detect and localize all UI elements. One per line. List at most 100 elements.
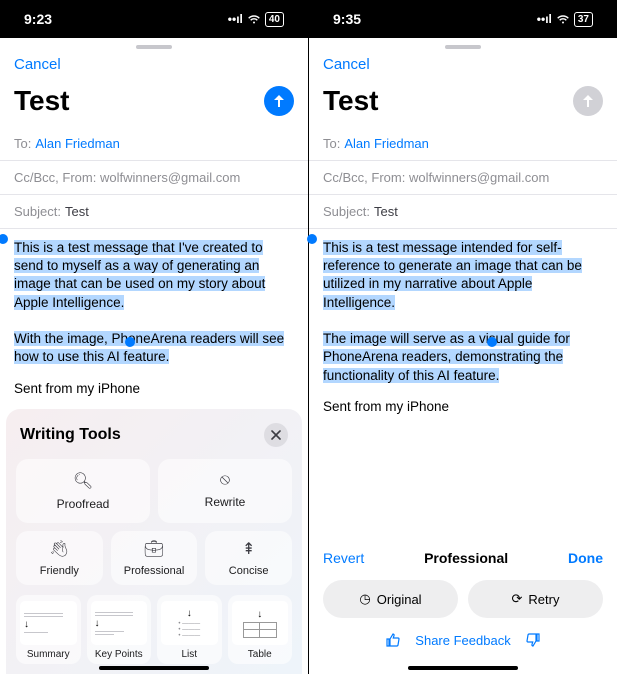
list-label: List xyxy=(181,649,197,660)
subject-value: Test xyxy=(65,204,89,219)
to-label: To: xyxy=(14,136,31,151)
summary-label: Summary xyxy=(27,649,70,660)
wave-icon: 👋︎ xyxy=(49,539,69,559)
table-preview-icon: ↓ xyxy=(232,601,289,645)
retry-label: Retry xyxy=(528,592,559,607)
retry-button[interactable]: ⟳ Retry xyxy=(468,580,603,618)
email-body[interactable]: This is a test message that I've created… xyxy=(0,229,308,375)
summary-button[interactable]: ↓ Summary xyxy=(16,595,81,664)
keypoints-button[interactable]: ↓ Key Points xyxy=(87,595,152,664)
refresh-icon: ⟳ xyxy=(512,591,523,607)
table-button[interactable]: ↓ Table xyxy=(228,595,293,664)
subject-field[interactable]: Subject: Test xyxy=(309,195,617,229)
phone-left: 9:23 ••ıl 40 Cancel Test To: Alan Friedm… xyxy=(0,0,308,674)
list-preview-icon: ↓• ———• ———• ——— xyxy=(161,601,218,645)
status-bar: 9:23 ••ıl 40 xyxy=(0,0,308,38)
status-time: 9:35 xyxy=(333,11,361,27)
professional-button[interactable]: 💼︎ Professional xyxy=(111,531,198,585)
original-label: Original xyxy=(377,592,422,607)
keypoints-preview-icon: ↓ xyxy=(91,601,148,645)
to-field[interactable]: To: Alan Friedman xyxy=(0,127,308,161)
thumbs-down-icon xyxy=(525,632,541,648)
friendly-button[interactable]: 👋︎ Friendly xyxy=(16,531,103,585)
rewrite-button[interactable]: ⦸ Rewrite xyxy=(158,459,292,523)
feedback-row: Share Feedback xyxy=(323,632,603,648)
rewrite-label: Rewrite xyxy=(205,495,246,509)
clock-icon: ◷ xyxy=(359,591,370,607)
proofread-label: Proofread xyxy=(57,497,110,511)
thumbs-up-button[interactable] xyxy=(385,632,401,648)
professional-label: Professional xyxy=(124,565,185,577)
cancel-button[interactable]: Cancel xyxy=(14,56,61,73)
status-bar: 9:35 ••ıl 37 xyxy=(309,0,617,38)
compose-title: Test xyxy=(14,85,70,117)
briefcase-icon: 💼︎ xyxy=(144,539,164,559)
sheet-handle[interactable] xyxy=(309,38,617,56)
signature: Sent from my iPhone xyxy=(309,393,617,420)
share-feedback-button[interactable]: Share Feedback xyxy=(415,633,510,648)
sheet-handle[interactable] xyxy=(0,38,308,56)
arrow-up-icon xyxy=(580,93,596,109)
cc-from-text: Cc/Bcc, From: wolfwinners@gmail.com xyxy=(323,170,549,185)
status-indicators: ••ıl 40 xyxy=(228,12,284,27)
status-time: 9:23 xyxy=(24,11,52,27)
body-paragraph-2[interactable]: The image will serve as a visual guide f… xyxy=(323,331,570,382)
compress-icon: ⇞ xyxy=(242,539,255,559)
body-paragraph-1[interactable]: This is a test message that I've created… xyxy=(14,240,265,310)
compass-icon: ⦸ xyxy=(220,471,230,489)
subject-label: Subject: xyxy=(14,204,61,219)
to-label: To: xyxy=(323,136,340,151)
concise-label: Concise xyxy=(229,565,269,577)
list-button[interactable]: ↓• ———• ———• ——— List xyxy=(157,595,222,664)
compose-title: Test xyxy=(323,85,379,117)
wifi-icon xyxy=(556,14,570,25)
cc-from-field[interactable]: Cc/Bcc, From: wolfwinners@gmail.com xyxy=(0,161,308,195)
selection-handle-start[interactable] xyxy=(0,234,8,244)
arrow-up-icon xyxy=(271,93,287,109)
selection-handle-end[interactable] xyxy=(487,337,497,347)
result-title: Professional xyxy=(424,550,508,566)
revert-button[interactable]: Revert xyxy=(323,550,364,566)
battery-icon: 40 xyxy=(265,12,284,27)
home-indicator[interactable] xyxy=(408,666,518,670)
to-recipient[interactable]: Alan Friedman xyxy=(344,136,429,151)
send-button[interactable] xyxy=(264,86,294,116)
status-indicators: ••ıl 37 xyxy=(537,12,593,27)
selection-handle-start[interactable] xyxy=(307,234,317,244)
signature: Sent from my iPhone xyxy=(0,375,308,402)
cc-from-text: Cc/Bcc, From: wolfwinners@gmail.com xyxy=(14,170,240,185)
magnifier-icon: 🔍︎ xyxy=(73,471,93,491)
to-recipient[interactable]: Alan Friedman xyxy=(35,136,120,151)
subject-field[interactable]: Subject: Test xyxy=(0,195,308,229)
cc-from-field[interactable]: Cc/Bcc, From: wolfwinners@gmail.com xyxy=(309,161,617,195)
selection-handle-end[interactable] xyxy=(125,337,135,347)
table-label: Table xyxy=(248,649,272,660)
writing-tools-panel: Writing Tools 🔍︎ Proofread ⦸ Rewrite 👋︎ … xyxy=(6,409,302,674)
wifi-icon xyxy=(247,14,261,25)
subject-value: Test xyxy=(374,204,398,219)
close-icon xyxy=(271,430,281,440)
battery-icon: 37 xyxy=(574,12,593,27)
professional-result-panel: Revert Professional Done ◷ Original ⟳ Re… xyxy=(309,540,617,674)
close-button[interactable] xyxy=(264,423,288,447)
thumbs-up-icon xyxy=(385,632,401,648)
friendly-label: Friendly xyxy=(40,565,79,577)
to-field[interactable]: To: Alan Friedman xyxy=(309,127,617,161)
send-button[interactable] xyxy=(573,86,603,116)
concise-button[interactable]: ⇞ Concise xyxy=(205,531,292,585)
body-paragraph-2[interactable]: With the image, PhoneArena readers will … xyxy=(14,331,284,364)
writing-tools-title: Writing Tools xyxy=(20,426,121,444)
summary-preview-icon: ↓ xyxy=(20,601,77,645)
done-button[interactable]: Done xyxy=(568,550,603,566)
subject-label: Subject: xyxy=(323,204,370,219)
keypoints-label: Key Points xyxy=(95,649,143,660)
cancel-button[interactable]: Cancel xyxy=(323,56,370,73)
home-indicator[interactable] xyxy=(99,666,209,670)
phone-right: 9:35 ••ıl 37 Cancel Test To: Alan Friedm… xyxy=(309,0,617,674)
cellular-icon: ••ıl xyxy=(228,12,243,26)
proofread-button[interactable]: 🔍︎ Proofread xyxy=(16,459,150,523)
original-button[interactable]: ◷ Original xyxy=(323,580,458,618)
email-body[interactable]: This is a test message intended for self… xyxy=(309,229,617,393)
body-paragraph-1[interactable]: This is a test message intended for self… xyxy=(323,240,582,310)
thumbs-down-button[interactable] xyxy=(525,632,541,648)
